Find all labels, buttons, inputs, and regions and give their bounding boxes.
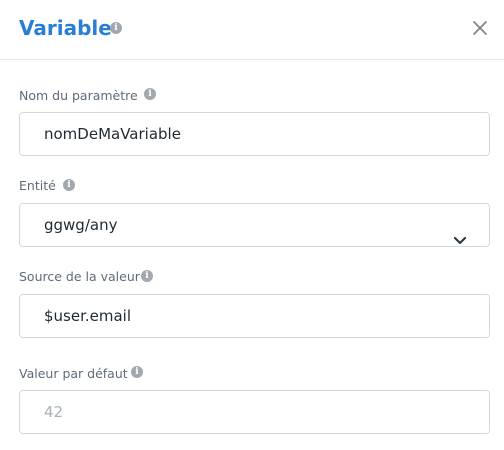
name-input[interactable]: nomDeMaVariable [19,112,490,156]
dialog-title: Variable [19,16,112,40]
entity-selected-value: ggwg/any [44,216,118,234]
info-icon[interactable]: i [63,179,75,191]
chevron-down-icon [453,220,467,262]
dialog-header: Variable i [0,0,504,60]
default-label: Valeur par défaut [19,366,128,381]
close-icon[interactable] [469,17,491,39]
info-icon[interactable]: i [141,270,153,282]
entity-label: Entité [19,178,56,193]
variable-dialog: Variable i Nom du paramètre i nomDeMaVar… [0,0,504,450]
info-icon[interactable]: i [144,88,156,100]
info-icon[interactable]: i [110,22,122,34]
default-value-input[interactable]: 42 [19,390,490,434]
source-label: Source de la valeur [19,269,140,284]
name-label: Nom du paramètre [19,88,138,103]
info-icon[interactable]: i [131,366,143,378]
source-input[interactable]: $user.email [19,294,490,338]
entity-select[interactable]: ggwg/any [19,203,490,247]
